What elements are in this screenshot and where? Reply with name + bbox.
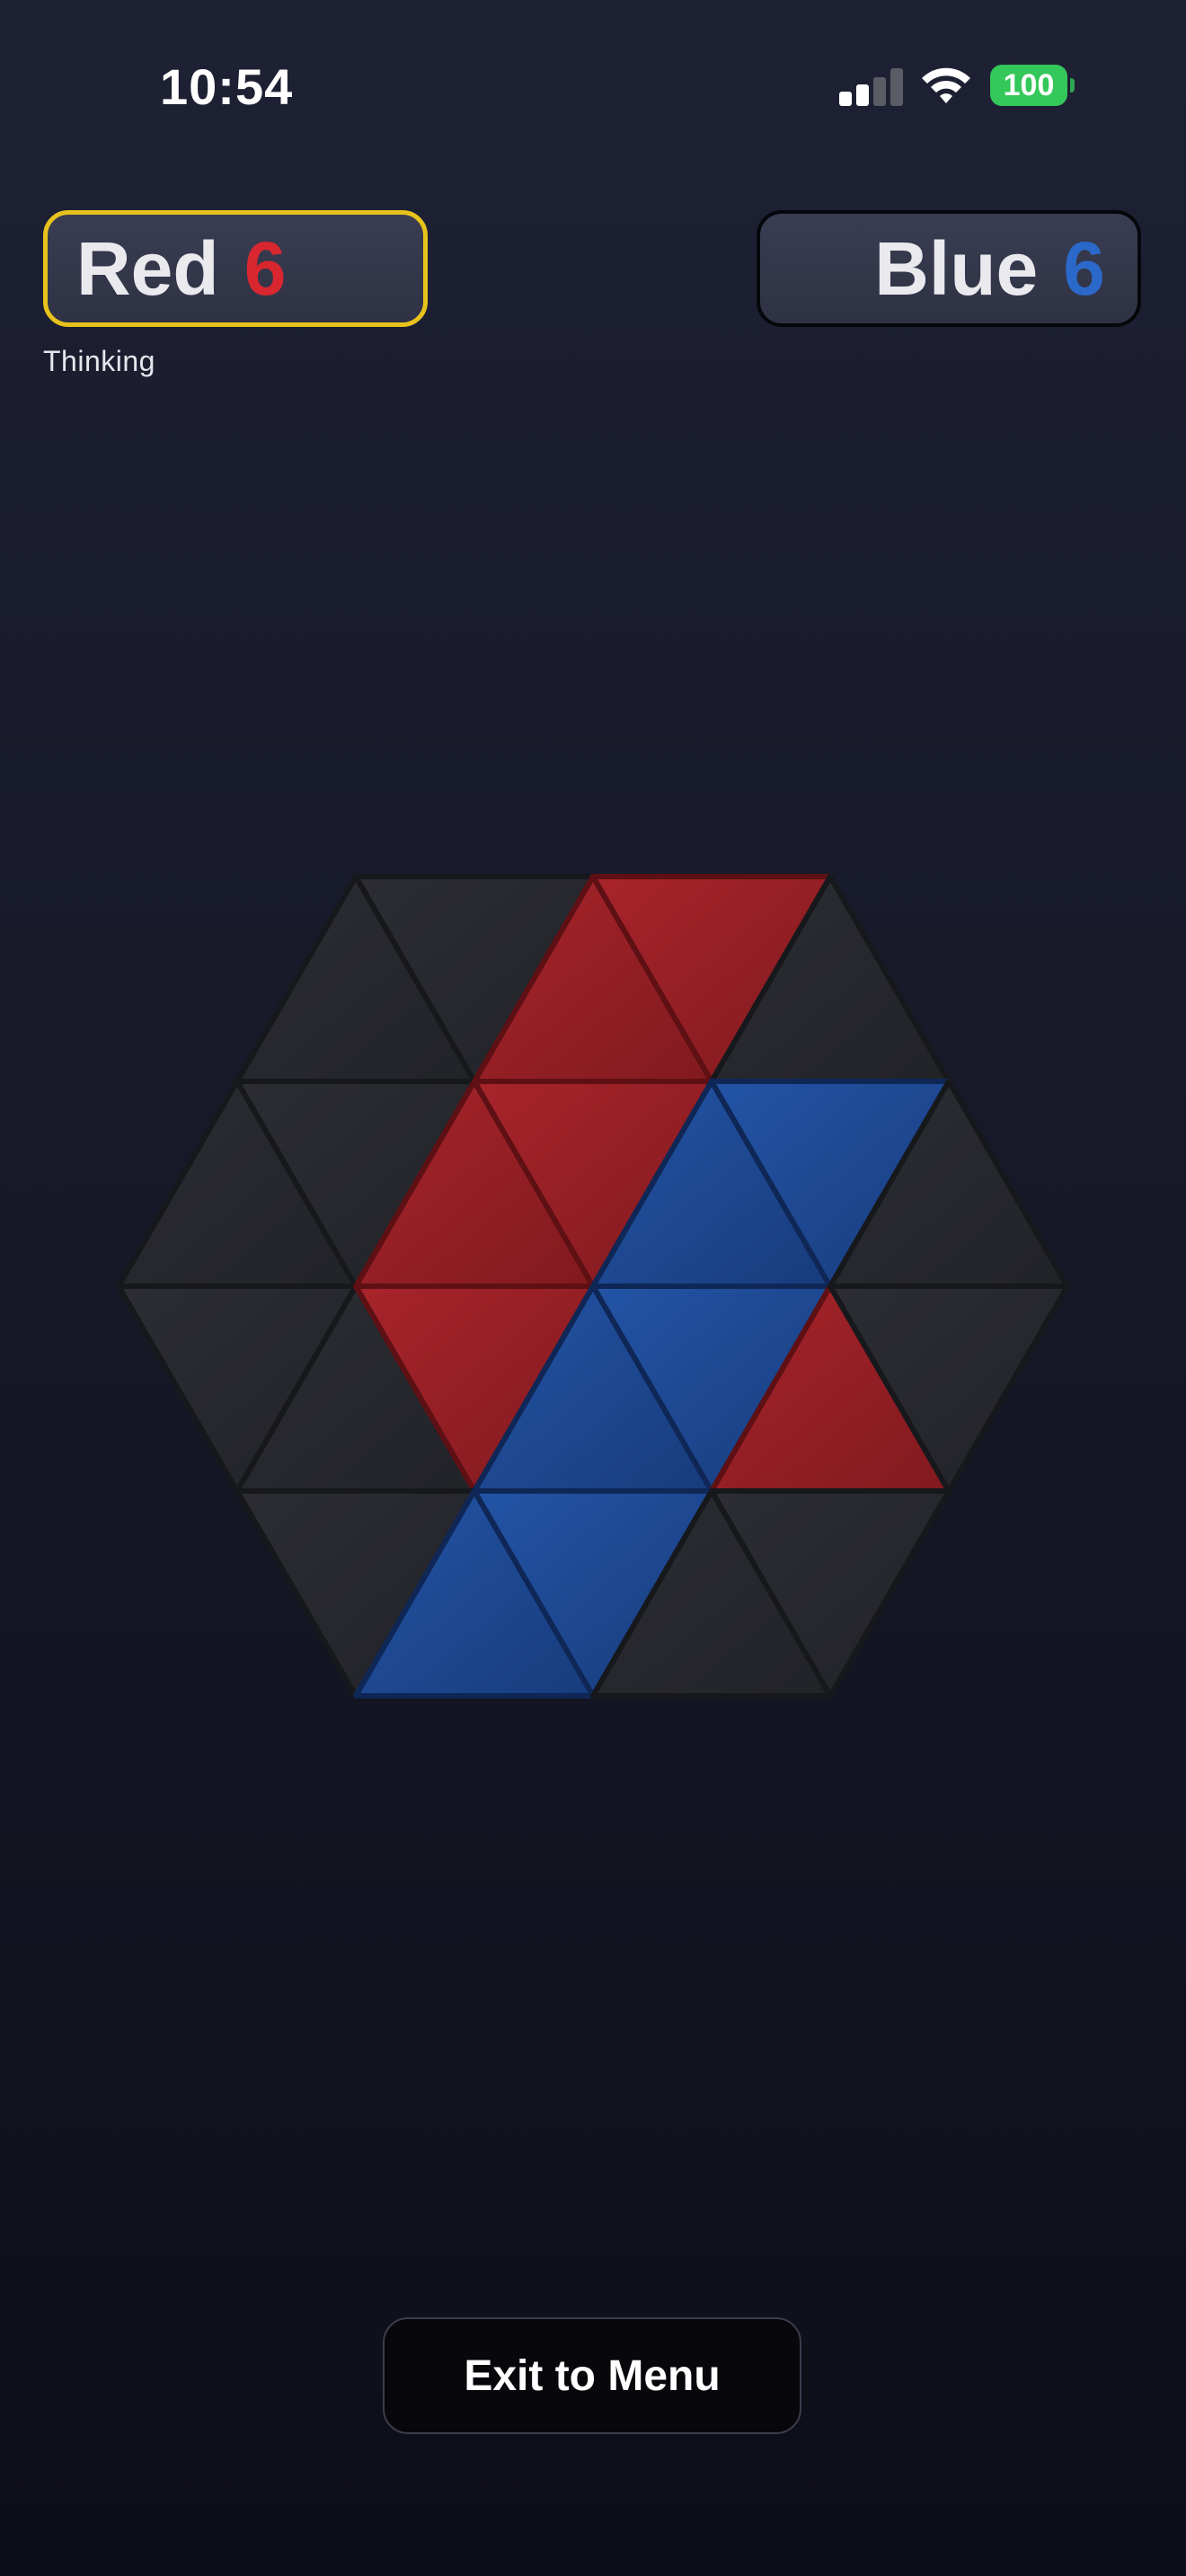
exit-to-menu-button[interactable]: Exit to Menu (383, 2317, 801, 2434)
game-board (116, 874, 1070, 1698)
